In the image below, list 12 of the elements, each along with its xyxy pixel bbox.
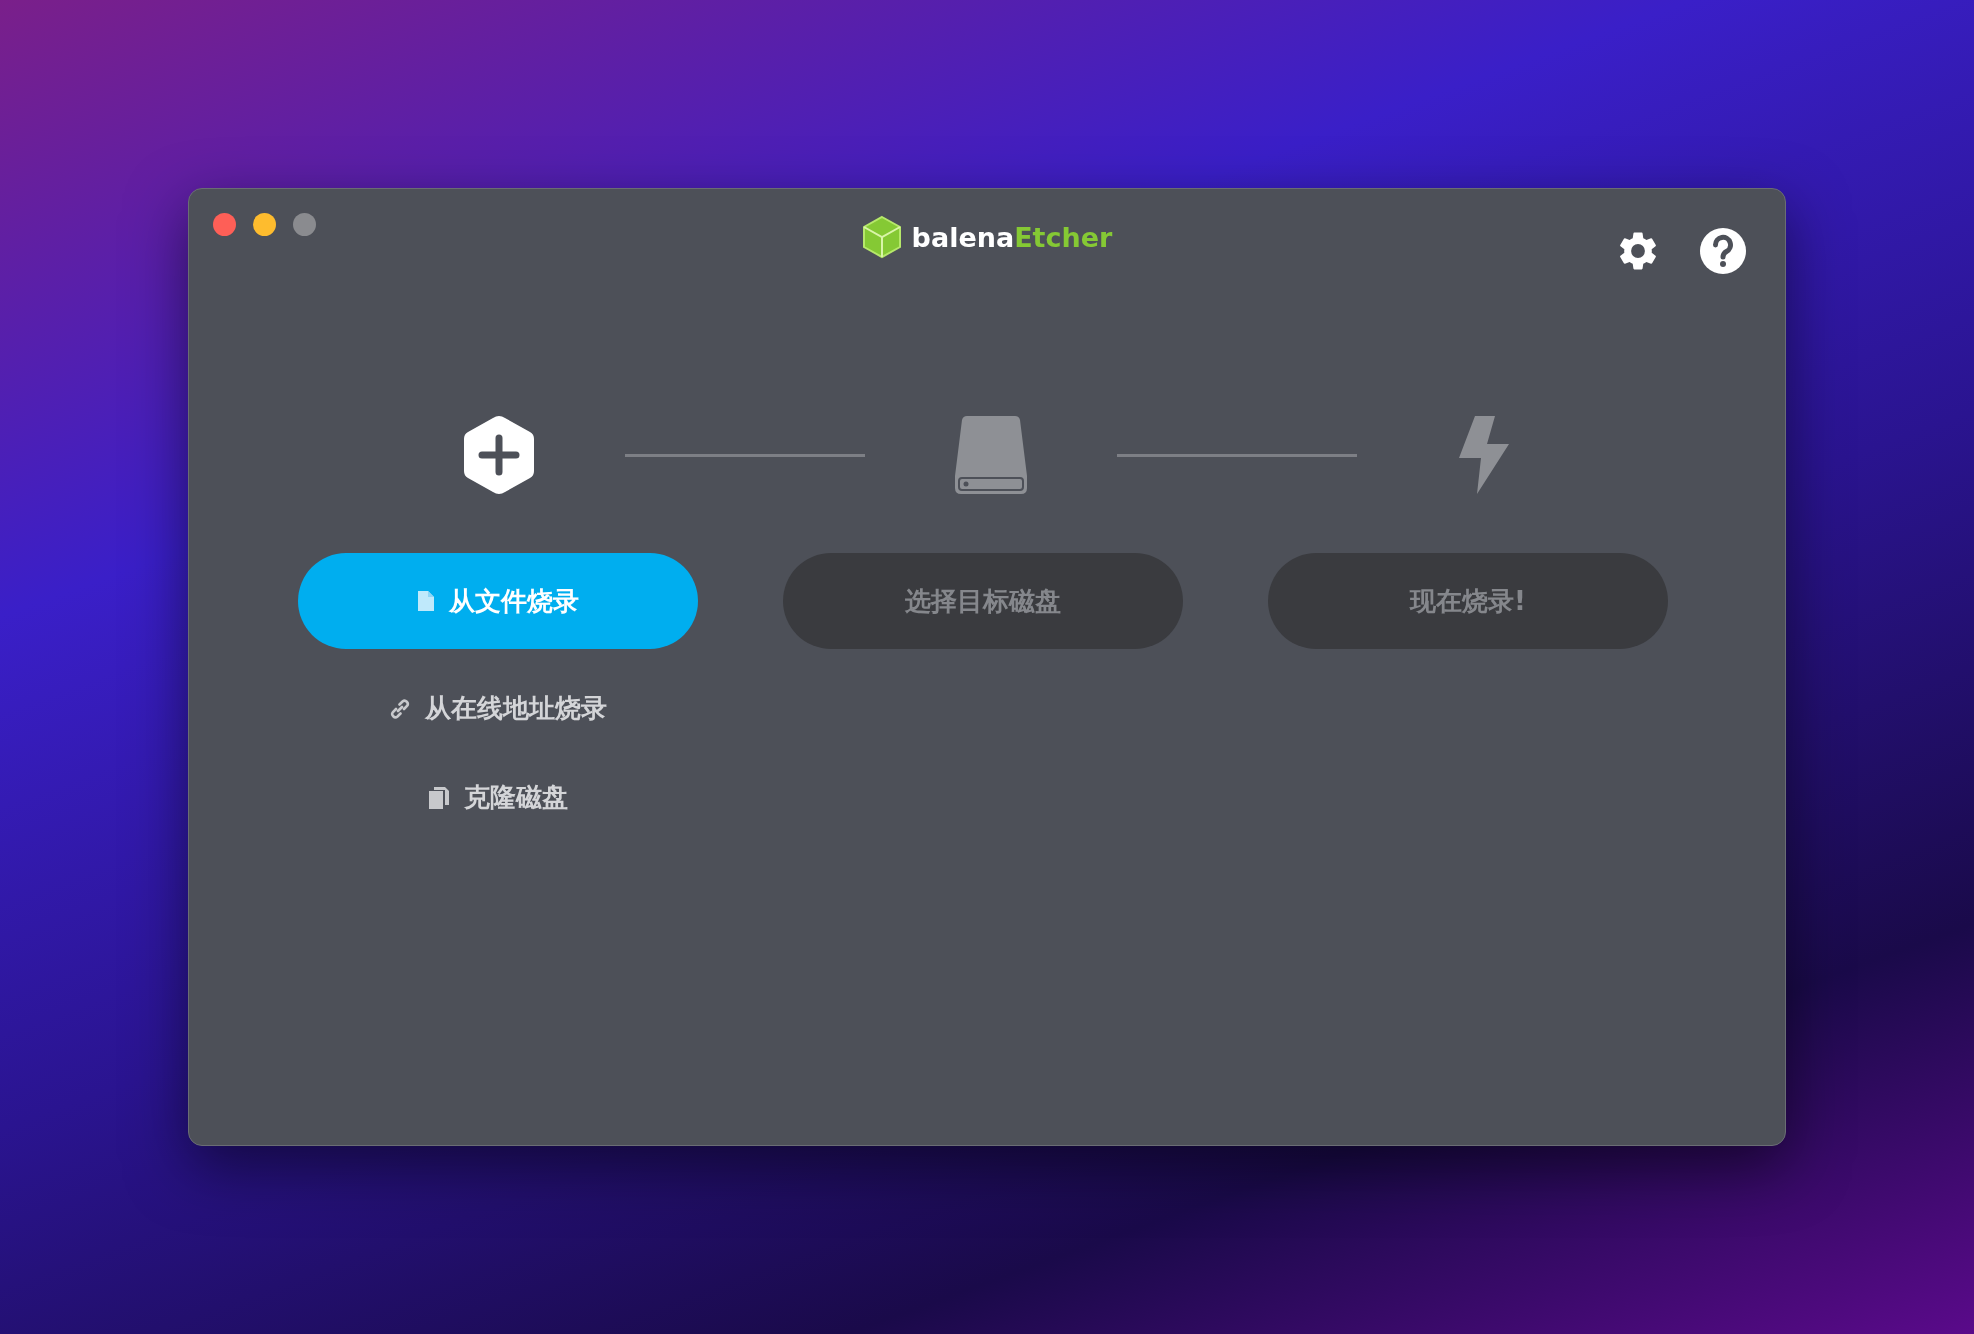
logo-name: Etcher: [1014, 221, 1113, 253]
copy-icon: [428, 785, 450, 810]
source-button[interactable]: 从文件烧录: [298, 553, 698, 649]
cube-logo-icon: [861, 215, 902, 259]
url-link[interactable]: 从在线地址烧录: [389, 691, 607, 726]
help-icon[interactable]: [1699, 227, 1747, 275]
link-icon: [389, 697, 411, 720]
clone-link[interactable]: 克隆磁盘: [428, 780, 568, 815]
logo-prefix: balena: [911, 221, 1015, 253]
minimize-button[interactable]: [253, 213, 276, 236]
close-button[interactable]: [213, 213, 236, 236]
file-icon: [417, 590, 435, 612]
